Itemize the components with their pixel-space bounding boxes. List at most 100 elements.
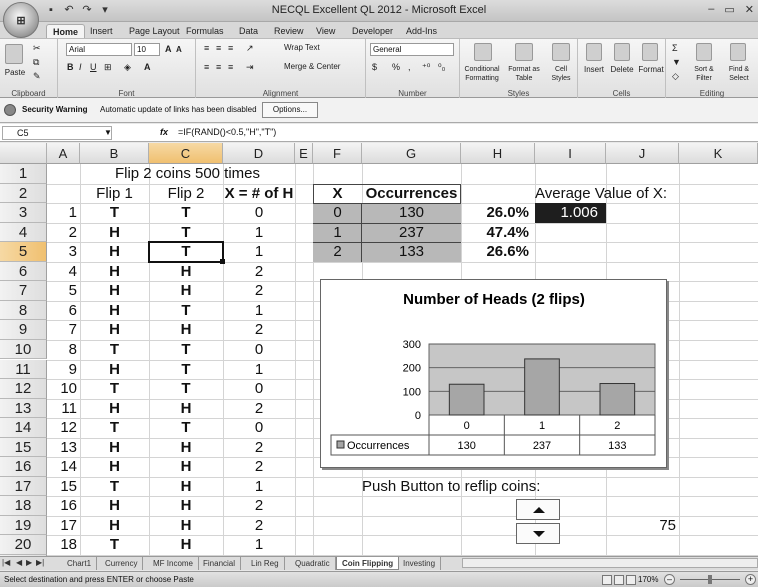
sheet-tab-currency[interactable]: Currency <box>100 557 144 570</box>
borders-icon[interactable]: ⊞ <box>104 61 112 73</box>
flip2-cell[interactable]: T <box>149 340 223 359</box>
insert-function-button[interactable]: fx <box>160 127 168 137</box>
delete-button[interactable]: Delete <box>608 65 636 74</box>
insert-button[interactable]: Insert <box>580 65 608 74</box>
cell-styles-button[interactable]: Cell Styles <box>546 65 576 83</box>
format-button[interactable]: Format <box>636 65 666 74</box>
flip1-cell[interactable]: H <box>80 320 149 339</box>
fill-handle[interactable] <box>220 258 225 264</box>
merge-center-button[interactable]: Merge & Center <box>284 61 340 73</box>
heads-count-cell[interactable]: 2 <box>223 399 295 418</box>
heads-count-cell[interactable]: 2 <box>223 457 295 476</box>
average-value-cell[interactable]: 1.006 <box>535 203 606 223</box>
sheet-tab-coin-flipping[interactable]: Coin Flipping <box>336 557 400 570</box>
trial-number-cell[interactable]: 14 <box>47 457 77 476</box>
last-sheet-icon[interactable]: ▶| <box>36 558 44 567</box>
name-box[interactable]: C5 <box>2 126 112 140</box>
heads-count-cell[interactable]: 2 <box>223 320 295 339</box>
trial-number-cell[interactable]: 3 <box>47 242 77 261</box>
page-break-view-icon[interactable] <box>626 575 636 585</box>
sheet-tab-chart1[interactable]: Chart1 <box>62 557 98 570</box>
prev-sheet-icon[interactable]: ◀ <box>16 558 22 567</box>
format-cells-icon[interactable] <box>642 43 658 61</box>
row-header-2[interactable]: 2 <box>0 183 47 204</box>
align-bottom-icon[interactable]: ≡ <box>228 42 233 54</box>
redo-icon[interactable]: ↷ <box>80 3 94 17</box>
row-header-3[interactable]: 3 <box>0 203 47 223</box>
heads-count-cell[interactable]: 2 <box>223 438 295 457</box>
heads-count-cell[interactable]: 1 <box>223 535 295 554</box>
heads-count-cell[interactable]: 2 <box>223 281 295 300</box>
spinner-down-button[interactable] <box>516 523 560 544</box>
flip2-cell[interactable]: H <box>149 457 223 476</box>
trial-number-cell[interactable]: 15 <box>47 477 77 496</box>
frequency-occurrences-cell[interactable]: 133 <box>362 242 461 261</box>
row-header-7[interactable]: 7 <box>0 281 47 301</box>
sheet-tab-mf-income[interactable]: MF Income <box>148 557 200 570</box>
font-size-combo[interactable]: 10 <box>134 43 160 56</box>
fill-color-icon[interactable]: ◈ <box>124 61 131 73</box>
flip1-cell[interactable]: H <box>80 438 149 457</box>
flip1-cell[interactable]: T <box>80 535 149 554</box>
copy-icon[interactable]: ⧉ <box>33 56 39 68</box>
column-header-h[interactable]: H <box>461 143 535 164</box>
spinner-value[interactable]: 75 <box>606 516 676 535</box>
format-painter-icon[interactable]: ✎ <box>33 70 41 82</box>
heads-count-cell[interactable]: 2 <box>223 516 295 535</box>
trial-number-cell[interactable]: 5 <box>47 281 77 300</box>
paste-icon[interactable] <box>5 44 23 64</box>
header-flip1[interactable]: Flip 1 <box>80 184 149 203</box>
flip1-cell[interactable]: H <box>80 457 149 476</box>
zoom-out-button[interactable]: – <box>664 574 675 585</box>
select-all-corner[interactable] <box>0 143 47 164</box>
row-header-12[interactable]: 12 <box>0 379 47 399</box>
flip1-cell[interactable]: H <box>80 496 149 515</box>
flip2-cell[interactable]: T <box>149 360 223 379</box>
office-button[interactable]: ⊞ <box>3 2 39 38</box>
comma-button[interactable]: , <box>408 61 411 73</box>
trial-number-cell[interactable]: 13 <box>47 438 77 457</box>
column-header-f[interactable]: F <box>313 143 362 164</box>
sort-filter-icon[interactable] <box>696 43 712 61</box>
frequency-occurrences-cell[interactable]: 237 <box>362 223 461 242</box>
heads-count-cell[interactable]: 1 <box>223 223 295 242</box>
indent-icon[interactable]: ⇥ <box>246 61 254 73</box>
row-header-5[interactable]: 5 <box>0 242 47 262</box>
cell-styles-icon[interactable] <box>552 43 570 61</box>
shrink-font-button[interactable]: A <box>176 44 182 56</box>
heads-count-cell[interactable]: 1 <box>223 477 295 496</box>
trial-number-cell[interactable]: 2 <box>47 223 77 242</box>
autosum-button[interactable]: Σ <box>672 42 678 54</box>
align-top-icon[interactable]: ≡ <box>204 42 209 54</box>
sheet-tab-quadratic[interactable]: Quadratic <box>290 557 336 570</box>
frequency-x-cell[interactable]: 2 <box>313 242 362 261</box>
next-sheet-icon[interactable]: ▶ <box>26 558 32 567</box>
flip2-cell[interactable]: T <box>149 418 223 437</box>
row-header-1[interactable]: 1 <box>0 164 47 184</box>
tab-formulas[interactable]: Formulas <box>180 24 230 38</box>
chevron-down-icon[interactable]: ▼ <box>104 128 112 137</box>
row-header-11[interactable]: 11 <box>0 359 47 380</box>
flip1-cell[interactable]: H <box>80 360 149 379</box>
row-header-18[interactable]: 18 <box>0 496 47 516</box>
flip2-cell[interactable]: H <box>149 320 223 339</box>
sheet-tab-investing[interactable]: Investing <box>398 557 442 570</box>
tab-insert[interactable]: Insert <box>84 24 119 38</box>
trial-number-cell[interactable]: 1 <box>47 203 77 222</box>
heads-count-cell[interactable]: 0 <box>223 203 295 222</box>
frequency-x-cell[interactable]: 1 <box>313 223 362 242</box>
flip2-cell[interactable]: T <box>149 379 223 398</box>
heads-count-cell[interactable]: 0 <box>223 379 295 398</box>
column-header-j[interactable]: J <box>606 143 679 164</box>
tab-page-layout[interactable]: Page Layout <box>123 24 186 38</box>
row-header-15[interactable]: 15 <box>0 437 47 458</box>
flip2-cell[interactable]: H <box>149 399 223 418</box>
zoom-level[interactable]: 170% <box>638 575 658 584</box>
increase-decimal-icon[interactable]: ⁺⁰ <box>422 61 430 73</box>
options-button[interactable]: Options... <box>262 102 318 118</box>
flip1-cell[interactable]: H <box>80 223 149 242</box>
flip2-cell[interactable]: H <box>149 516 223 535</box>
zoom-slider-thumb[interactable] <box>708 575 712 584</box>
trial-number-cell[interactable]: 17 <box>47 516 77 535</box>
number-format-combo[interactable]: General <box>370 43 454 56</box>
